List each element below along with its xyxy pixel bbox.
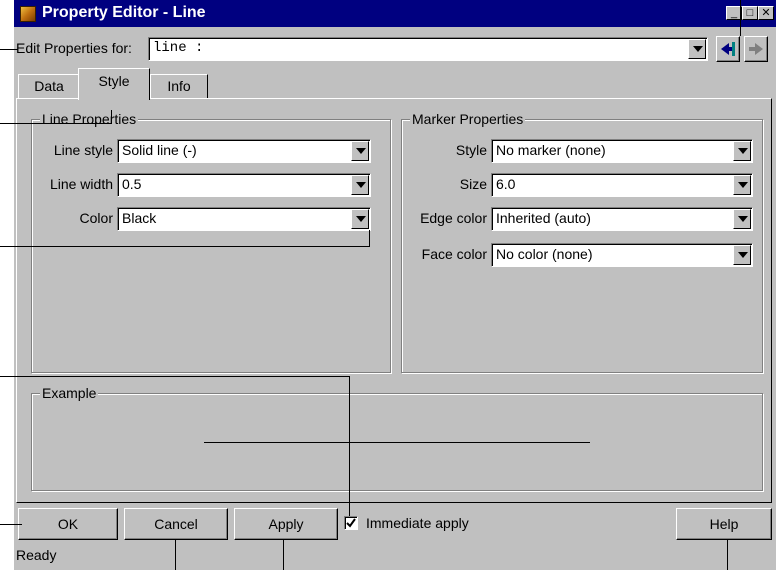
tab-info[interactable]: Info [150, 74, 208, 98]
object-select-value: line : [153, 40, 204, 56]
immediate-apply-label[interactable]: Immediate apply [366, 515, 469, 531]
face-color-select[interactable]: No color (none) [491, 243, 753, 267]
close-icon: ✕ [761, 7, 771, 19]
app-icon [20, 6, 36, 22]
chevron-down-icon[interactable] [688, 39, 706, 59]
edit-properties-label: Edit Properties for: [16, 40, 132, 56]
callout-line-ok [0, 524, 22, 525]
example-title: Example [40, 385, 99, 401]
immediate-apply-checkbox[interactable] [344, 516, 358, 530]
object-select[interactable]: line : [148, 37, 708, 61]
chevron-down-icon[interactable] [351, 141, 369, 161]
callout-line-style-tab-h [0, 123, 112, 124]
chevron-down-icon[interactable] [733, 175, 751, 195]
callout-line-help [727, 540, 728, 570]
line-style-label: Line style [53, 142, 113, 158]
back-button[interactable] [716, 36, 740, 62]
marker-properties-title: Marker Properties [410, 111, 526, 127]
forward-button[interactable] [744, 36, 768, 62]
window-title: Property Editor - Line [42, 4, 206, 21]
line-style-select[interactable]: Solid line (-) [117, 139, 371, 163]
ok-button-label: OK [57, 516, 79, 532]
callout-line-color-h [0, 246, 370, 247]
help-button-label: Help [709, 516, 739, 532]
face-color-value: No color (none) [496, 246, 593, 262]
marker-style-select[interactable]: No marker (none) [491, 139, 753, 163]
tab-style-label: Style [98, 73, 130, 89]
tab-data[interactable]: Data [18, 74, 80, 98]
line-properties-title: Line Properties [40, 111, 139, 127]
close-button[interactable]: ✕ [758, 6, 774, 20]
line-color-value: Black [122, 210, 157, 226]
chevron-down-icon[interactable] [733, 245, 751, 265]
property-editor-window: Property Editor - Line _ □ ✕ Edit Proper… [14, 0, 776, 570]
callout-line-color-v [369, 230, 370, 247]
apply-button[interactable]: Apply [234, 508, 338, 540]
chevron-down-icon[interactable] [351, 175, 369, 195]
callout-line-edit-properties [0, 49, 18, 50]
marker-size-select[interactable]: 6.0 [491, 173, 753, 197]
marker-style-value: No marker (none) [496, 142, 606, 158]
checkmark-icon [346, 518, 356, 528]
line-width-select[interactable]: 0.5 [117, 173, 371, 197]
chevron-down-icon[interactable] [733, 141, 751, 161]
ok-button[interactable]: OK [18, 508, 118, 540]
example-group: Example [31, 385, 763, 491]
callout-line-nav [740, 0, 741, 36]
tab-info-label: Info [167, 78, 191, 94]
edge-color-value: Inherited (auto) [496, 210, 591, 226]
back-arrow-icon [721, 42, 735, 56]
help-button[interactable]: Help [676, 508, 772, 540]
callout-line-style-tab-v [111, 110, 112, 124]
marker-style-label: Style [455, 142, 487, 158]
line-color-label: Color [79, 210, 113, 226]
example-line-preview [204, 442, 590, 443]
marker-size-label: Size [459, 176, 487, 192]
style-tab-panel: Line Properties Line style Solid line (-… [16, 98, 772, 503]
callout-line-apply [283, 540, 284, 570]
line-width-label: Line width [49, 176, 113, 192]
edge-color-label: Edge color [420, 210, 487, 226]
tab-data-label: Data [34, 78, 64, 94]
maximize-button[interactable]: □ [742, 6, 758, 20]
line-color-select[interactable]: Black [117, 207, 371, 231]
callout-line-checkbox-v [349, 376, 350, 516]
maximize-icon: □ [746, 7, 754, 19]
callout-line-cancel [175, 540, 176, 570]
cancel-button-label: Cancel [154, 516, 198, 532]
face-color-label: Face color [421, 246, 487, 262]
tab-style[interactable]: Style [78, 68, 150, 100]
chevron-down-icon[interactable] [351, 209, 369, 229]
forward-arrow-icon [749, 43, 763, 55]
callout-line-checkbox-h [0, 376, 350, 377]
chevron-down-icon[interactable] [733, 209, 751, 229]
marker-size-value: 6.0 [496, 176, 516, 192]
line-style-value: Solid line (-) [122, 142, 197, 158]
title-bar[interactable]: Property Editor - Line _ □ ✕ [14, 0, 776, 27]
apply-button-label: Apply [268, 516, 304, 532]
edge-color-select[interactable]: Inherited (auto) [491, 207, 753, 231]
minimize-icon: _ [730, 7, 738, 19]
line-width-value: 0.5 [122, 176, 142, 192]
cancel-button[interactable]: Cancel [124, 508, 228, 540]
status-text: Ready [16, 547, 57, 563]
